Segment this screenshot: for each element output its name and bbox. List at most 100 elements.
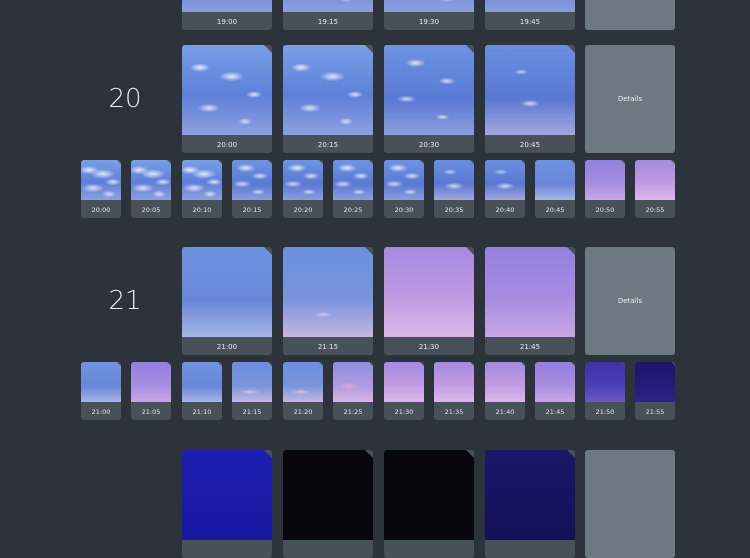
thumbnail-card[interactable]: 19:30 — [384, 0, 474, 30]
time-label: 21:15 — [317, 343, 339, 351]
details-button[interactable]: Details — [585, 45, 675, 153]
small-thumbnail-card[interactable]: 21:00 — [81, 362, 121, 420]
small-thumbnail-card[interactable]: 20:30 — [384, 160, 424, 218]
sky-thumbnail — [81, 362, 121, 402]
small-thumbnail-card[interactable]: 20:35 — [434, 160, 474, 218]
time-label: 21:50 — [595, 408, 615, 416]
small-thumbnail-card[interactable]: 21:05 — [131, 362, 171, 420]
sky-thumbnail — [485, 45, 575, 135]
time-label: 21:00 — [216, 343, 238, 351]
time-label: 20:20 — [293, 206, 313, 214]
small-thumbnail-card[interactable]: 21:50 — [585, 362, 625, 420]
small-thumbnail-card[interactable]: 20:05 — [131, 160, 171, 218]
sky-thumbnail — [434, 362, 474, 402]
small-thumbnail-card[interactable]: 20:40 — [485, 160, 525, 218]
small-thumbnail-card[interactable]: 20:55 — [635, 160, 675, 218]
small-thumbnail-card[interactable]: 21:30 — [384, 362, 424, 420]
thumbnail-card[interactable] — [384, 450, 474, 558]
details-button[interactable] — [585, 0, 675, 30]
time-label: 21:55 — [645, 408, 665, 416]
hour-label: 20 — [108, 84, 142, 114]
time-label: 20:45 — [519, 141, 541, 149]
thumbnail-card[interactable]: 21:00 — [182, 247, 272, 355]
small-thumbnail-card[interactable]: 21:10 — [182, 362, 222, 420]
thumbnail-card[interactable]: 21:45 — [485, 247, 575, 355]
small-thumbnail-card[interactable]: 20:20 — [283, 160, 323, 218]
thumbnail-card[interactable]: 21:30 — [384, 247, 474, 355]
details-button[interactable]: Details — [585, 247, 675, 355]
thumbnail-card[interactable]: 19:15 — [283, 0, 373, 30]
time-label: 20:10 — [192, 206, 212, 214]
thumbnail-card[interactable]: 20:45 — [485, 45, 575, 153]
sky-thumbnail — [81, 160, 121, 200]
sky-thumbnail — [535, 362, 575, 402]
time-label: 20:40 — [495, 206, 515, 214]
sky-thumbnail — [485, 247, 575, 337]
thumbnail-card[interactable]: 19:45 — [485, 0, 575, 30]
thumbnail-card[interactable]: 19:00 — [182, 0, 272, 30]
sky-thumbnail — [535, 160, 575, 200]
small-thumbnail-card[interactable]: 20:50 — [585, 160, 625, 218]
small-thumbnail-card[interactable]: 20:10 — [182, 160, 222, 218]
thumbnail-card[interactable] — [485, 450, 575, 558]
sky-thumbnail — [333, 362, 373, 402]
sky-thumbnail — [485, 362, 525, 402]
time-label: 20:00 — [216, 141, 238, 149]
sky-thumbnail — [182, 160, 222, 200]
thumbnail-card[interactable]: 20:15 — [283, 45, 373, 153]
time-label: 20:35 — [444, 206, 464, 214]
time-label: 21:45 — [545, 408, 565, 416]
sky-thumbnail — [232, 160, 272, 200]
sky-thumbnail — [384, 247, 474, 337]
sky-thumbnail — [283, 450, 373, 540]
details-button[interactable] — [585, 450, 675, 558]
time-label: 20:00 — [91, 206, 111, 214]
sky-thumbnail — [283, 0, 373, 12]
time-label: 21:30 — [418, 343, 440, 351]
small-thumbnail-card[interactable]: 21:20 — [283, 362, 323, 420]
sky-thumbnail — [131, 160, 171, 200]
sky-thumbnail — [283, 247, 373, 337]
time-label: 21:35 — [444, 408, 464, 416]
small-thumbnail-card[interactable]: 21:15 — [232, 362, 272, 420]
thumbnail-card[interactable]: 20:00 — [182, 45, 272, 153]
thumbnail-card[interactable]: 21:15 — [283, 247, 373, 355]
sky-thumbnail — [485, 160, 525, 200]
time-label: 20:50 — [595, 206, 615, 214]
sky-thumbnail — [635, 160, 675, 200]
small-thumbnail-card[interactable]: 21:35 — [434, 362, 474, 420]
sky-thumbnail — [434, 160, 474, 200]
sky-thumbnail — [283, 45, 373, 135]
small-thumbnail-card[interactable]: 20:25 — [333, 160, 373, 218]
sky-thumbnail — [182, 450, 272, 540]
time-label: 20:15 — [317, 141, 339, 149]
time-label: 20:45 — [545, 206, 565, 214]
time-label: 19:00 — [216, 18, 238, 26]
small-thumbnail-card[interactable]: 20:15 — [232, 160, 272, 218]
small-thumbnail-card[interactable]: 21:55 — [635, 362, 675, 420]
sky-thumbnail — [585, 362, 625, 402]
sky-thumbnail — [131, 362, 171, 402]
time-label: 21:10 — [192, 408, 212, 416]
small-thumbnail-card[interactable]: 20:00 — [81, 160, 121, 218]
thumbnail-card[interactable]: 20:30 — [384, 45, 474, 153]
sky-thumbnail — [182, 362, 222, 402]
sky-thumbnail — [585, 160, 625, 200]
sky-thumbnail — [384, 362, 424, 402]
time-label: 21:15 — [242, 408, 262, 416]
thumbnail-card[interactable] — [283, 450, 373, 558]
sky-thumbnail — [485, 0, 575, 12]
thumbnail-card[interactable] — [182, 450, 272, 558]
hour-label: 21 — [108, 286, 142, 316]
small-thumbnail-card[interactable]: 21:40 — [485, 362, 525, 420]
time-label: 20:05 — [141, 206, 161, 214]
small-thumbnail-card[interactable]: 21:45 — [535, 362, 575, 420]
time-label: 21:40 — [495, 408, 515, 416]
time-label: 19:45 — [519, 18, 541, 26]
sky-thumbnail — [232, 362, 272, 402]
time-label: 20:30 — [418, 141, 440, 149]
time-label: 20:55 — [645, 206, 665, 214]
sky-thumbnail — [182, 0, 272, 12]
small-thumbnail-card[interactable]: 21:25 — [333, 362, 373, 420]
small-thumbnail-card[interactable]: 20:45 — [535, 160, 575, 218]
